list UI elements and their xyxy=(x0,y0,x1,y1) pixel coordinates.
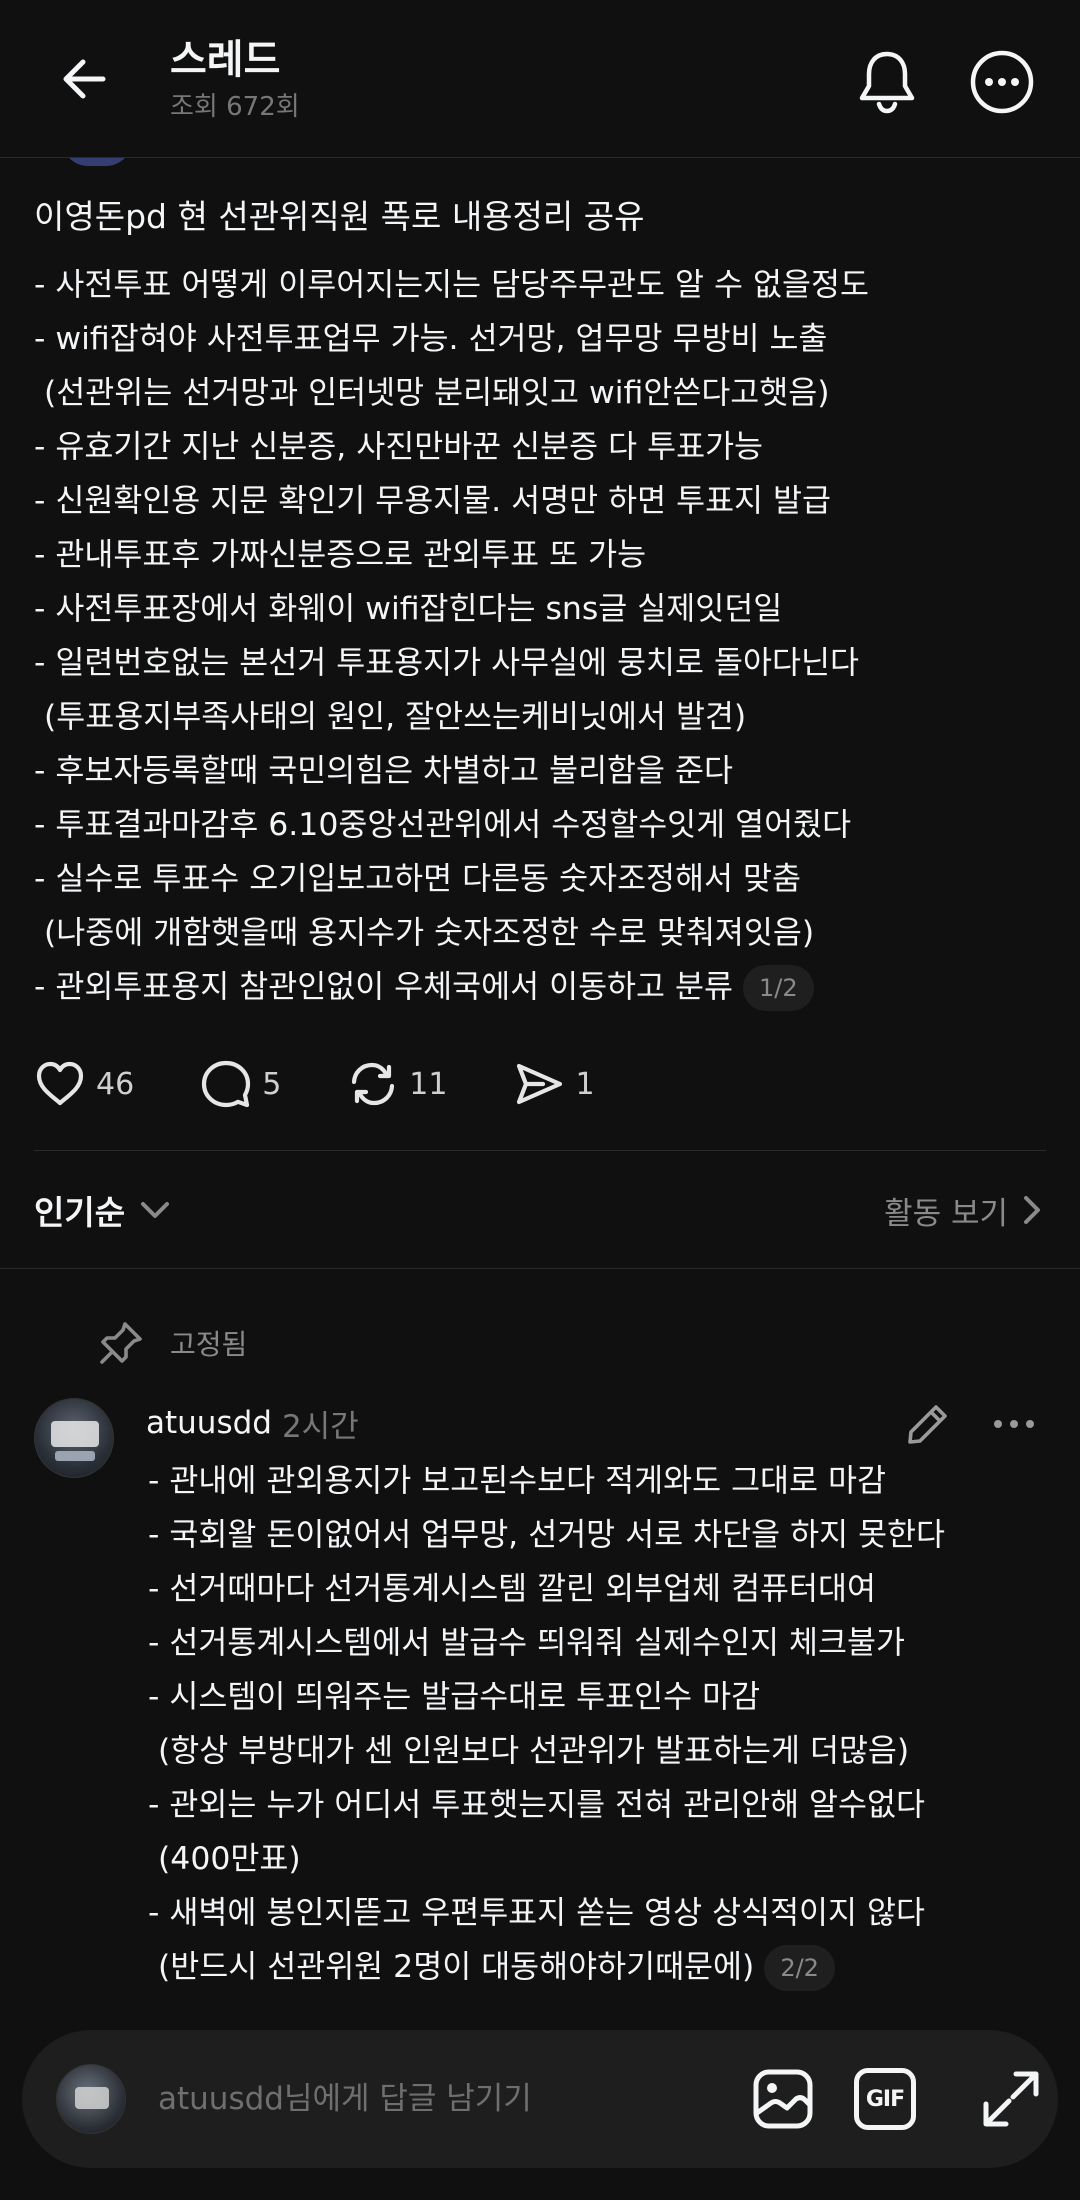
ellipsis-icon xyxy=(994,1420,1034,1428)
post-line-last: - 관외투표용지 참관인없이 우체국에서 이동하고 분류 1/2 xyxy=(34,960,1054,1014)
sort-row: 인기순 활동 보기 xyxy=(34,1182,1046,1238)
view-activity-link[interactable]: 활동 보기 xyxy=(884,1182,1046,1238)
reply-line: (400만표) xyxy=(158,1841,301,1877)
post-line: - 후보자등록할때 국민의힘은 차별하고 불리함을 준다 xyxy=(34,753,733,789)
post-line: - 투표결과마감후 6.10중앙선관위에서 수정할수잇게 열어줬다 xyxy=(34,807,852,843)
more-circle-icon xyxy=(970,50,1034,114)
page-title: 스레드 xyxy=(170,37,281,83)
page-indicator: 1/2 xyxy=(743,965,814,1011)
post-line: (투표용지부족사태의 원인, 잘안쓰는케비닛에서 발견) xyxy=(44,699,747,735)
reply-line: - 선거때마다 선거통계시스템 깔린 외부업체 컴퓨터대여 xyxy=(148,1571,876,1607)
post-line: - 유효기간 지난 신분증, 사진만바꾼 신분증 다 투표가능 xyxy=(34,429,764,465)
heart-icon xyxy=(34,1058,86,1110)
comment-button[interactable]: 5 xyxy=(200,1058,281,1110)
thread-screen: 스레드 조회 672회 이영돈pd 현 선관위직원 폭로 내용정리 공유 - 사… xyxy=(0,0,1080,2200)
gif-icon: GIF xyxy=(854,2068,916,2130)
expand-icon xyxy=(983,2071,1039,2127)
gif-button[interactable]: GIF xyxy=(852,2066,918,2132)
pencil-icon xyxy=(908,1405,947,1444)
share-count: 1 xyxy=(575,1066,595,1102)
reply-body: - 관내에 관외용지가 보고된수보다 적게와도 그대로 마감 - 국회왈 돈이없… xyxy=(148,1454,1048,1994)
reply-line: (항상 부방대가 센 인원보다 선관위가 발표하는게 더많음) xyxy=(158,1733,910,1769)
reply-timestamp: 2시간 xyxy=(281,1408,359,1445)
pinned-label: 고정됨 xyxy=(170,1328,248,1361)
reply-line: - 관내에 관외용지가 보고된수보다 적게와도 그대로 마감 xyxy=(148,1463,886,1499)
comment-count: 5 xyxy=(262,1066,282,1102)
speech-bubble-icon xyxy=(200,1058,252,1110)
post-body: 이영돈pd 현 선관위직원 폭로 내용정리 공유 - 사전투표 어떻게 이루어지… xyxy=(34,190,1054,1014)
post-actions: 46 5 11 1 xyxy=(34,1056,661,1112)
like-button[interactable]: 46 xyxy=(34,1058,134,1110)
reply-avatar[interactable] xyxy=(34,1398,114,1478)
reply-line: - 국회왈 돈이없어서 업무망, 선거망 서로 차단을 하지 못한다 xyxy=(148,1517,946,1553)
reply-line: - 시스템이 띄워주는 발급수대로 투표인수 마감 xyxy=(148,1679,761,1715)
edit-button[interactable] xyxy=(900,1396,956,1452)
notification-button[interactable] xyxy=(850,44,924,118)
header-title-group: 스레드 조회 672회 xyxy=(170,36,300,122)
divider xyxy=(34,1150,1046,1151)
post-line: - 사전투표장에서 화웨이 wifi잡힌다는 sns글 실제잇던일 xyxy=(34,591,783,627)
reply-input[interactable] xyxy=(158,2074,618,2124)
more-options-button[interactable] xyxy=(964,44,1040,120)
post-line: (나중에 개함햇을때 용지수가 숫자조정한 수로 맞춰져잇음) xyxy=(44,915,815,951)
post-line: - 실수로 투표수 오기입보고하면 다른동 숫자조정해서 맞춤 xyxy=(34,861,801,897)
reply-line: - 새벽에 봉인지뜯고 우편투표지 쏟는 영상 상식적이지 않다 xyxy=(148,1895,925,1931)
bell-icon xyxy=(859,51,915,114)
composer-avatar xyxy=(56,2064,126,2134)
reply-line: - 관외는 누가 어디서 투표햇는지를 전혀 관리안해 알수없다 xyxy=(148,1787,925,1823)
avatar-image xyxy=(75,2087,109,2109)
repost-icon xyxy=(347,1058,399,1110)
sort-dropdown[interactable]: 인기순 xyxy=(34,1182,175,1238)
arrow-left-icon xyxy=(63,59,106,99)
back-button[interactable] xyxy=(50,44,120,114)
share-button[interactable]: 1 xyxy=(513,1058,595,1110)
avatar-image xyxy=(51,1421,99,1447)
post-line: - 일련번호없는 본선거 투표용지가 사무실에 뭉치로 돌아다닌다 xyxy=(34,645,859,681)
post-line-text: - 관외투표용지 참관인없이 우체국에서 이동하고 분류 xyxy=(34,969,733,1005)
reply-header: atuusdd 2시간 xyxy=(146,1398,359,1448)
post-line: - 신원확인용 지문 확인기 무용지물. 서명만 하면 투표지 발급 xyxy=(34,483,832,519)
image-icon xyxy=(753,2069,813,2129)
activity-label: 활동 보기 xyxy=(884,1195,1008,1232)
attach-image-button[interactable] xyxy=(750,2066,816,2132)
pin-icon xyxy=(100,1322,142,1364)
pinned-indicator: 고정됨 xyxy=(98,1318,247,1368)
reply-line: - 선거통계시스템에서 발급수 띄워줘 실제수인지 체크불가 xyxy=(148,1625,905,1661)
like-count: 46 xyxy=(96,1066,135,1102)
send-icon xyxy=(513,1058,565,1110)
reply-username[interactable]: atuusdd xyxy=(146,1405,272,1441)
avatar-image-detail xyxy=(55,1451,95,1461)
repost-button[interactable]: 11 xyxy=(347,1058,447,1110)
view-count: 조회 672회 xyxy=(170,92,300,122)
chevron-right-icon xyxy=(1024,1196,1040,1224)
post-line: (선관위는 선거망과 인터넷망 분리돼잇고 wifi안쓴다고햇음) xyxy=(44,375,830,411)
chevron-down-icon xyxy=(141,1202,170,1218)
divider xyxy=(0,1268,1080,1269)
repost-count: 11 xyxy=(409,1066,448,1102)
expand-composer-button[interactable] xyxy=(976,2064,1046,2134)
post-line: - 관내투표후 가짜신분증으로 관외투표 또 가능 xyxy=(34,537,647,573)
post-title: 이영돈pd 현 선관위직원 폭로 내용정리 공유 xyxy=(34,197,645,236)
post-line: - 사전투표 어떻게 이루어지는지는 담당주무관도 알 수 없을정도 xyxy=(34,267,869,303)
post-line: - wifi잡혀야 사전투표업무 가능. 선거망, 업무망 무방비 노출 xyxy=(34,321,828,357)
page-indicator: 2/2 xyxy=(764,1945,835,1991)
reply-line-last: (반드시 선관위원 2명이 대동해야하기때문에) 2/2 xyxy=(148,1940,1048,1994)
reply-composer: GIF xyxy=(22,2030,1058,2168)
top-bar: 스레드 조회 672회 xyxy=(0,0,1080,158)
reply-line-text: (반드시 선관위원 2명이 대동해야하기때문에) xyxy=(158,1949,755,1985)
sort-label: 인기순 xyxy=(34,1193,126,1232)
reply-more-button[interactable] xyxy=(986,1396,1042,1452)
